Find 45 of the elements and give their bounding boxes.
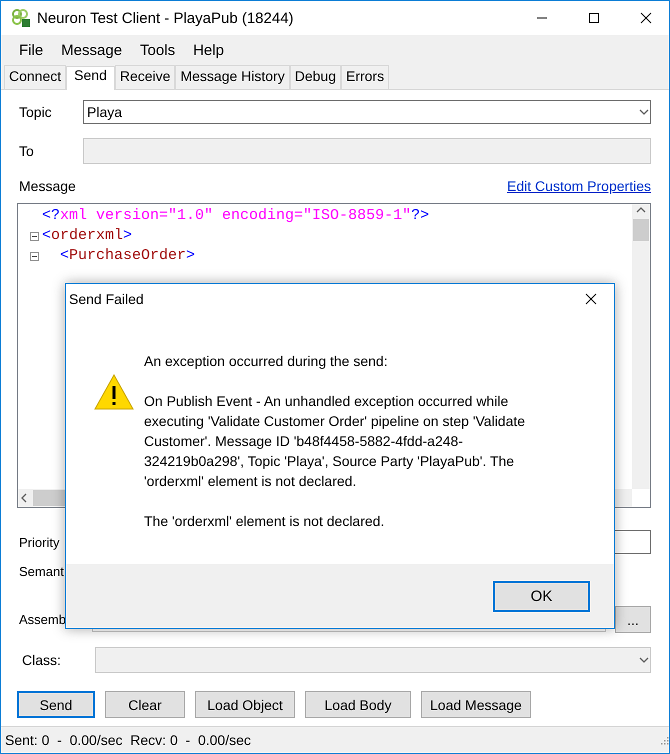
close-icon[interactable] — [640, 12, 652, 24]
code-line: <?xml version="1.0" encoding="ISO-8859-1"?> — [42, 207, 430, 224]
message-text: An exception occurred during the send: — [144, 352, 389, 371]
field-label: Priority — [18, 534, 60, 550]
tab[interactable]: Errors — [340, 65, 390, 89]
tab[interactable]: Message History — [175, 65, 290, 89]
code-line: <PurchaseOrder> — [60, 247, 196, 264]
status-text: Sent: 0 - 0.00/sec Recv: 0 - 0.00/sec — [5, 732, 251, 748]
field-label: Class: — [21, 652, 62, 668]
topic-dropdown[interactable]: Playa — [83, 100, 651, 124]
menu-item[interactable]: Message — [53, 40, 130, 60]
action-button[interactable]: Clear — [105, 691, 185, 718]
action-button[interactable]: Load Object — [195, 691, 295, 718]
fold-icon[interactable] — [30, 232, 39, 240]
scroll-thumb[interactable] — [633, 219, 649, 241]
action-button[interactable]: Send — [17, 691, 95, 718]
tab[interactable]: Debug — [290, 65, 341, 89]
menu-item[interactable]: File — [11, 40, 52, 60]
resize-grip-icon[interactable] — [659, 735, 669, 745]
tab[interactable]: Receive — [114, 65, 176, 89]
field-label: Assemb — [18, 612, 67, 627]
maximize-icon[interactable] — [588, 12, 600, 24]
field-label: Semant — [18, 564, 65, 579]
browse-button[interactable]: ... — [615, 606, 651, 633]
ok-button[interactable]: OK — [493, 580, 590, 612]
tab[interactable]: Send — [66, 66, 115, 90]
fold-icon[interactable] — [30, 252, 39, 260]
window-title: Neuron Test Client - PlayaPub (18244) — [37, 10, 295, 26]
action-button[interactable]: Load Message — [421, 691, 531, 718]
dialog-title: Send Failed — [69, 291, 144, 307]
menu-item[interactable]: Tools — [132, 40, 184, 60]
message-text: The 'orderxml' element is not declared. — [144, 512, 386, 531]
tab[interactable]: Connect — [4, 65, 66, 89]
warning-icon — [94, 374, 134, 410]
code-line: <orderxml> — [42, 227, 132, 244]
field-label: To — [18, 143, 35, 159]
field-label: Message — [19, 178, 76, 194]
field-label: Topic — [18, 104, 53, 120]
app-icon — [11, 8, 31, 28]
menu-item[interactable]: Help — [185, 40, 232, 60]
vertical-scrollbar[interactable] — [632, 204, 650, 489]
close-icon[interactable] — [585, 293, 597, 305]
edit-properties-link[interactable]: Edit Custom Properties — [507, 178, 651, 194]
action-button[interactable]: Load Body — [305, 691, 411, 718]
message-text: On Publish Event - An unhandled exception occurred while executing 'Validate Customer Order' pipeline on step 'Validate Customer'. Message ID 'b48f4458-5882-4fdd-a248-324219b0a298', Topic 'Playa', Source Party 'PlayaPub'. The 'orderxml' element is not declared. — [144, 392, 526, 491]
